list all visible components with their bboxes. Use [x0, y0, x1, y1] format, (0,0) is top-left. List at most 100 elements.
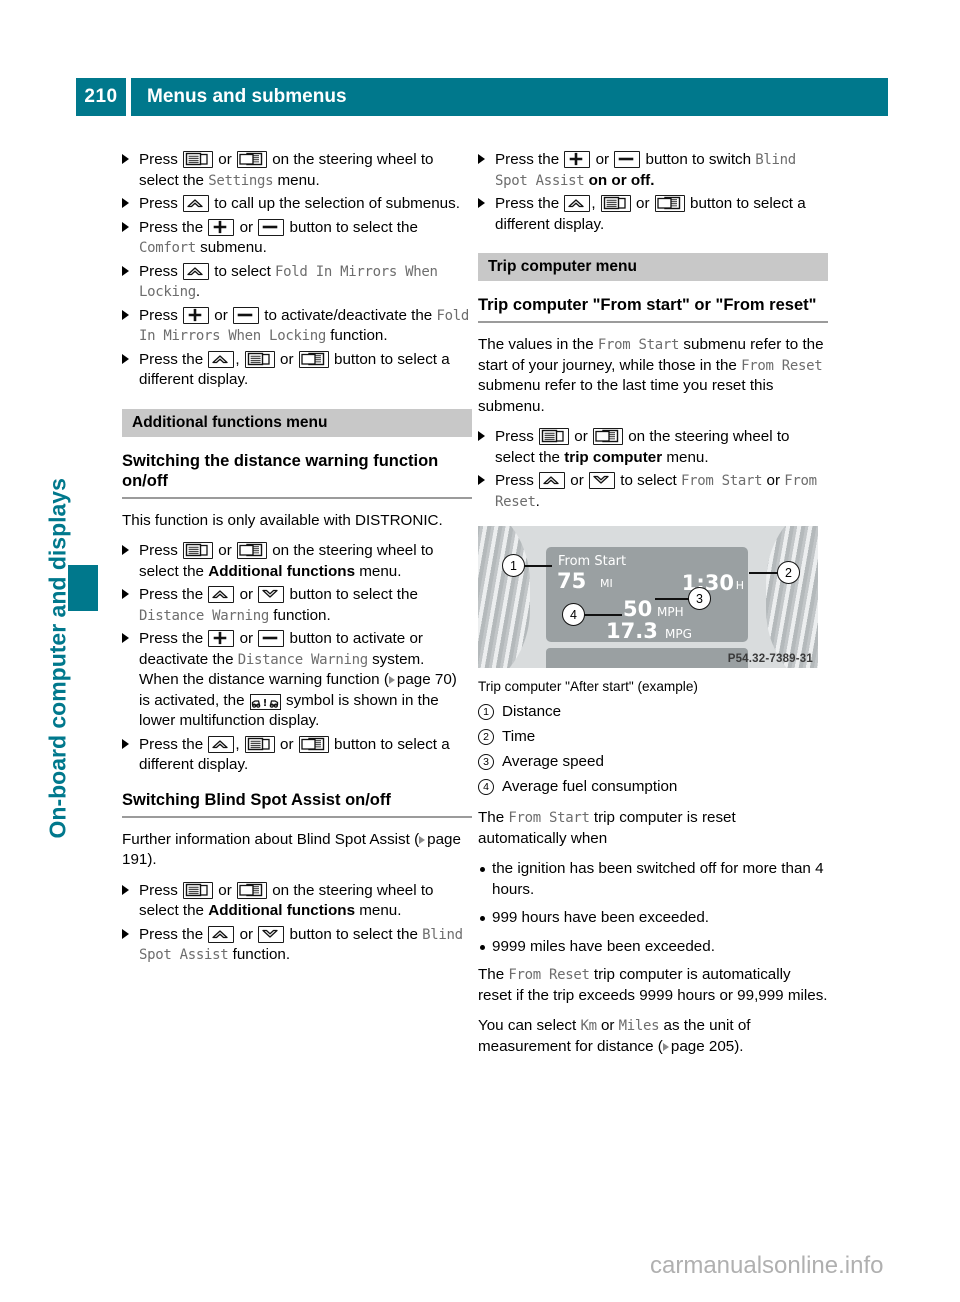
up-arrow-icon[interactable] [208, 350, 235, 368]
step-marker-icon [122, 265, 129, 276]
display-fuel: 17.3 [606, 619, 658, 643]
instruction-step: Press or on the steering wheel to select… [122, 881, 472, 922]
mfd-right-icon[interactable] [654, 195, 685, 212]
plus-icon[interactable] [208, 218, 235, 236]
step-marker-icon [122, 154, 129, 164]
mfd-left-icon[interactable] [183, 151, 214, 168]
display-distance: 75 [557, 569, 587, 593]
text-run: Press the [139, 630, 208, 647]
subheading-blind-spot-assist: Switching Blind Spot Assist on/off [122, 790, 391, 809]
subheading-distance-warning: Switching the distance warning function … [122, 451, 439, 490]
text-run: When the distance warning function ( [139, 671, 389, 688]
step-marker-icon [122, 738, 129, 749]
minus-icon[interactable] [233, 306, 259, 324]
text-run: The [478, 809, 509, 826]
plus-icon[interactable] [183, 306, 210, 324]
up-arrow-icon[interactable] [208, 925, 235, 943]
figure-caption: Trip computer "After start" (example) [478, 679, 698, 694]
text-run: to select [616, 472, 681, 489]
minus-icon[interactable] [258, 630, 285, 647]
mfd-right-icon[interactable] [298, 735, 329, 753]
page-title: Menus and submenus [131, 78, 888, 116]
text-run: Press the [139, 218, 208, 236]
page-reference-text[interactable]: page 70 [397, 671, 452, 688]
step-marker-icon [478, 154, 485, 164]
text-run: function. [325, 327, 388, 344]
up-arrow-icon[interactable] [539, 472, 566, 489]
distance-warning-symbol[interactable]: ! [249, 693, 281, 710]
from-reset-paragraph: The From Reset trip computer is automati… [478, 965, 828, 1006]
page-reference-icon [388, 676, 395, 684]
up-arrow-icon[interactable] [564, 195, 591, 212]
subheading-rule [122, 496, 472, 499]
instruction-step: Press to select Fold In Mirrors When Loc… [122, 262, 472, 303]
left-steps-settings: Press or on the steering wheel to select… [122, 150, 472, 391]
text-run: , [235, 735, 244, 753]
right-steps-trip-computer: Press or on the steering wheel to select… [478, 427, 828, 512]
up-arrow-icon[interactable] [183, 195, 210, 212]
text-run: Press [139, 151, 183, 168]
emphasis-text: Additional functions [208, 902, 356, 919]
callout-line-4 [584, 614, 622, 616]
unit-of-measurement-paragraph: You can select Km or Miles as the unit o… [478, 1016, 828, 1057]
text-run: Press the [139, 350, 208, 368]
down-arrow-icon[interactable] [258, 586, 285, 603]
display-fuel-unit: MPG [665, 627, 692, 641]
mfd-right-icon[interactable] [237, 542, 267, 559]
instruction-step: Press or on the steering wheel to select… [478, 427, 828, 468]
menu-term: Comfort [139, 240, 196, 256]
legend-number: 1 [478, 704, 494, 720]
minus-icon[interactable] [614, 151, 641, 168]
mfd-left-icon[interactable] [539, 428, 570, 445]
legend-number: 4 [478, 779, 494, 795]
mfd-left-icon[interactable] [600, 195, 631, 212]
text-run: Press the [495, 151, 564, 168]
menu-term: Miles [618, 1018, 660, 1034]
page-reference-text[interactable]: page 205 [671, 1038, 734, 1055]
left-steps-blind-spot: Press or on the steering wheel to select… [122, 881, 472, 966]
text-run: or [235, 586, 258, 603]
left-steps-distance-warning: Press or on the steering wheel to select… [122, 541, 472, 776]
step-marker-icon [122, 884, 129, 895]
step-marker-icon [122, 198, 129, 208]
mfd-right-icon[interactable] [593, 428, 623, 445]
mfd-left-icon[interactable] [244, 735, 275, 753]
plus-icon[interactable] [208, 630, 235, 647]
text-run: Press [139, 195, 183, 212]
text-run: or [235, 218, 258, 236]
emphasis-text: trip computer [564, 448, 663, 466]
text-run: The [478, 966, 509, 983]
down-arrow-icon[interactable] [258, 925, 285, 943]
text-run: to activate/deactivate the [260, 306, 437, 324]
mfd-left-icon[interactable] [183, 881, 214, 899]
legend-label: Time [502, 728, 536, 745]
text-run: . [535, 492, 540, 510]
bullet-marker-icon [480, 944, 485, 950]
mfd-left-icon[interactable] [244, 350, 275, 368]
instruction-step: Press or to select From Start or From Re… [478, 471, 828, 512]
up-arrow-icon[interactable] [208, 586, 235, 603]
instrument-lower-strip [546, 648, 748, 668]
distronic-note: This function is only available with DIS… [122, 511, 443, 529]
section-bar-trip-computer: Trip computer menu [478, 253, 828, 281]
text-run: Press [139, 262, 183, 280]
text-run: or [275, 735, 298, 753]
bullet-text: the ignition has been switched off for m… [492, 860, 824, 898]
text-run: Press [139, 306, 183, 324]
instruction-step: Press or to activate/deactivate the Fold… [122, 306, 472, 347]
mfd-right-icon[interactable] [237, 881, 267, 899]
down-arrow-icon[interactable] [589, 472, 615, 489]
step-marker-icon [478, 198, 485, 208]
menu-term: From Start [508, 810, 590, 826]
text-run: button to switch [641, 151, 756, 168]
text-run: or [570, 428, 592, 445]
mfd-right-icon[interactable] [237, 151, 267, 168]
up-arrow-icon[interactable] [183, 262, 210, 280]
mfd-right-icon[interactable] [298, 350, 329, 368]
menu-term: Distance Warning [139, 607, 270, 624]
figure-legend: 1 Distance 2 Time 3 Average speed 4 Average fue… [478, 701, 828, 798]
up-arrow-icon[interactable] [208, 735, 235, 753]
minus-icon[interactable] [258, 218, 285, 236]
mfd-left-icon[interactable] [183, 542, 214, 559]
plus-icon[interactable] [564, 151, 591, 168]
